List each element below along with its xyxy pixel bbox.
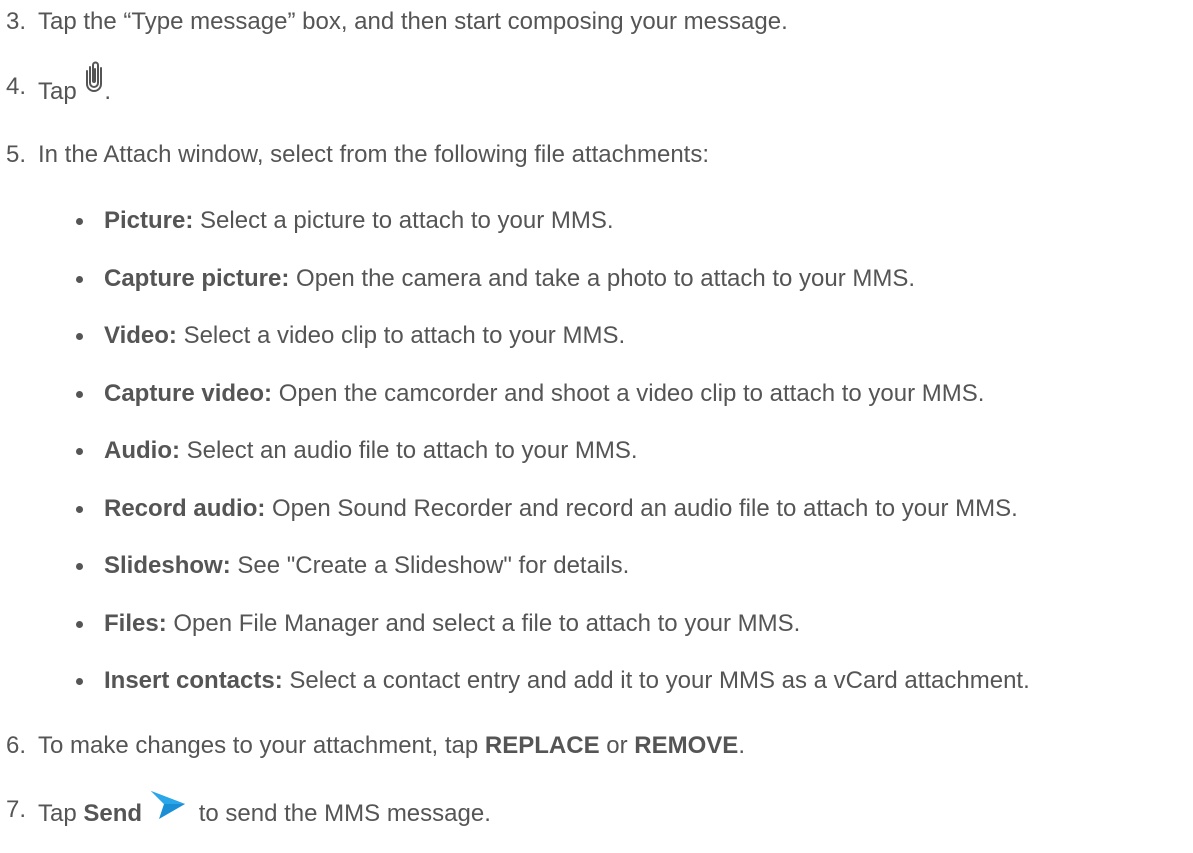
bullet-icon xyxy=(76,563,83,570)
attachment-desc: Select a video clip to attach to your MM… xyxy=(176,322,626,349)
attachment-desc: Select an audio file to attach to your M… xyxy=(179,437,638,464)
attachment-desc: Open Sound Recorder and record an audio … xyxy=(265,495,1018,522)
bullet-icon xyxy=(76,333,83,340)
bullet-icon xyxy=(76,621,83,628)
attachment-label: Audio: xyxy=(104,437,180,464)
attachment-label: Files: xyxy=(104,610,167,637)
attachment-label: Video: xyxy=(104,322,177,349)
attachment-label: Picture: xyxy=(104,207,194,234)
step-prefix: To make changes to your attachment, tap xyxy=(38,732,485,759)
step-number: 5. xyxy=(6,141,27,168)
bullet-icon xyxy=(76,276,83,283)
bullet-icon xyxy=(76,506,83,513)
step-text: Tap the “Type message” box, and then sta… xyxy=(38,8,788,35)
step-middle: or xyxy=(599,732,635,759)
attachment-label: Capture video: xyxy=(104,380,273,407)
attachment-label: Insert contacts: xyxy=(104,667,283,694)
attachment-label: Capture picture: xyxy=(104,265,290,292)
bullet-icon xyxy=(76,218,83,225)
bullet-icon xyxy=(76,391,83,398)
remove-label: REMOVE xyxy=(634,732,739,759)
attachment-desc: Open the camcorder and shoot a video cli… xyxy=(272,380,985,407)
send-label: Send xyxy=(83,799,143,827)
step-number: 3. xyxy=(6,8,27,35)
step-text: In the Attach window, select from the fo… xyxy=(38,141,710,168)
step-suffix: . xyxy=(738,732,745,759)
step-number: 4. xyxy=(6,73,27,100)
attachment-desc: Select a contact entry and add it to you… xyxy=(282,667,1030,694)
attachment-label: Record audio: xyxy=(104,495,266,522)
bullet-icon xyxy=(76,448,83,455)
attachment-label: Slideshow: xyxy=(104,552,231,579)
bullet-icon xyxy=(76,678,83,685)
attachment-desc: Open File Manager and select a file to a… xyxy=(166,610,801,637)
attachment-desc: Open the camera and take a photo to atta… xyxy=(289,265,916,292)
attachment-desc: See "Create a Slideshow" for details. xyxy=(230,552,630,579)
step-prefix: Tap xyxy=(38,77,77,105)
step-text: To make changes to your attachment, tap … xyxy=(38,732,745,760)
step-suffix: to send the MMS message. xyxy=(192,799,491,827)
step-number: 7. xyxy=(6,796,27,823)
step-suffix: . xyxy=(104,77,112,105)
replace-label: REPLACE xyxy=(484,732,600,759)
send-arrow-icon xyxy=(150,790,186,827)
step-prefix: Tap xyxy=(38,799,84,827)
step-text: Tap Send to send the MMS message. xyxy=(38,791,491,833)
step-number: 6. xyxy=(6,732,27,759)
attachment-desc: Select a picture to attach to your MMS. xyxy=(193,207,614,234)
paperclip-icon xyxy=(84,61,104,100)
step-text: Tap . xyxy=(38,61,112,112)
